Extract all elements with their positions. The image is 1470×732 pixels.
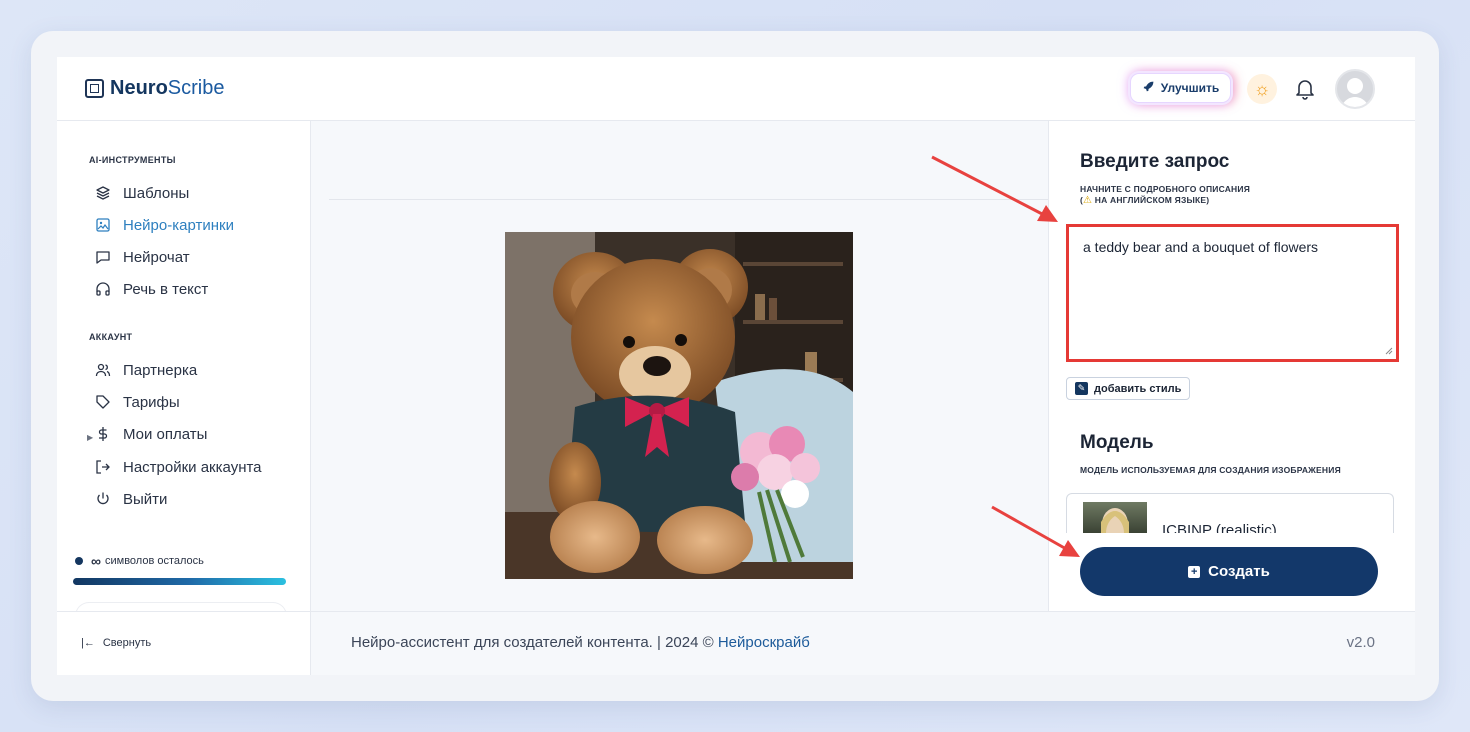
app-version: v2.0	[1346, 634, 1375, 651]
add-style-button[interactable]: ✎ добавить стиль	[1066, 377, 1191, 400]
model-thumbnail	[1083, 502, 1147, 533]
model-title: Модель	[1080, 432, 1154, 453]
footer-copyright: Нейро-ассистент для создателей контента.…	[351, 634, 810, 651]
logo[interactable]: NeuroScribe	[85, 77, 225, 100]
footer: Нейро-ассистент для создателей контента.…	[311, 611, 1415, 675]
top-header: NeuroScribe Улучшить ☼	[57, 57, 1415, 121]
prompt-title: Введите запрос	[1080, 151, 1230, 172]
model-hint: МОДЕЛЬ ИСПОЛЬЗУЕМАЯ ДЛЯ СОЗДАНИЯ ИЗОБРАЖ…	[1080, 465, 1341, 475]
sidebar-item-label: Партнерка	[123, 361, 198, 379]
upgrade-button[interactable]: Улучшить	[1130, 73, 1231, 103]
credits-symbol: ∞	[91, 553, 101, 569]
footer-link[interactable]: Нейроскрайб	[718, 634, 810, 651]
main-content	[311, 121, 1048, 611]
model-select[interactable]: ICBINP (realistic)	[1066, 493, 1394, 533]
sidebar-item-label: Нейрочат	[123, 248, 190, 266]
sidebar-item-label: Шаблоны	[123, 184, 190, 202]
headphones-icon	[96, 282, 110, 296]
prompt-hint-line1: НАЧНИТЕ С ПОДРОБНОГО ОПИСАНИЯ	[1080, 184, 1250, 194]
sidebar-item-account-settings[interactable]: Настройки аккаунта	[95, 455, 262, 479]
prompt-hint: НАЧНИТЕ С ПОДРОБНОГО ОПИСАНИЯ (⚠ НА АНГЛ…	[1080, 184, 1250, 206]
footer-text: Нейро-ассистент для создателей контента.…	[351, 634, 718, 651]
sidebar: AI-ИНСТРУМЕНТЫ Шаблоны Нейро-картинки Не…	[57, 121, 311, 675]
collapse-arrow-icon: |←	[81, 637, 95, 649]
sidebar-item-label: Речь в текст	[123, 280, 209, 298]
pencil-icon: ✎	[1075, 382, 1088, 395]
section-title-account: АККАУНТ	[89, 332, 133, 342]
section-title-tools: AI-ИНСТРУМЕНТЫ	[89, 155, 176, 165]
users-icon	[95, 363, 111, 377]
sidebar-item-tariffs[interactable]: Тарифы	[95, 390, 180, 414]
create-button[interactable]: + Создать	[1080, 547, 1378, 596]
create-label: Создать	[1208, 563, 1270, 580]
chat-icon	[96, 251, 110, 264]
app-window: NeuroScribe Улучшить ☼ AI-ИНСТРУМЕНТЫ Ша…	[57, 57, 1415, 675]
resize-handle-icon[interactable]	[1385, 347, 1393, 355]
bell-icon[interactable]	[1293, 76, 1317, 102]
sidebar-item-speech-to-text[interactable]: Речь в текст	[95, 277, 208, 301]
sidebar-item-label: Тарифы	[123, 393, 180, 411]
sidebar-item-label: Нейро-картинки	[123, 216, 234, 234]
upgrade-label: Улучшить	[1160, 81, 1220, 95]
caret-right-icon[interactable]: ▶	[87, 433, 93, 442]
sidebar-item-neuro-images[interactable]: Нейро-картинки	[95, 213, 234, 237]
power-icon	[97, 492, 109, 505]
collapse-label: Свернуть	[102, 637, 152, 649]
prompt-panel: Введите запрос НАЧНИТЕ С ПОДРОБНОГО ОПИС…	[1048, 121, 1415, 611]
sidebar-item-label: Настройки аккаунта	[123, 458, 262, 476]
logo-icon	[85, 79, 104, 98]
sidebar-item-label: Выйти	[123, 490, 168, 508]
sidebar-item-payments[interactable]: Мои оплаты	[95, 422, 207, 446]
credits-progress-bar	[73, 578, 286, 585]
content-divider	[329, 199, 1048, 200]
logo-bold: Neuro	[110, 77, 168, 99]
sidebar-item-templates[interactable]: Шаблоны	[95, 181, 189, 205]
logo-rest: Scribe	[167, 77, 225, 99]
avatar[interactable]	[1335, 69, 1375, 109]
collapse-button[interactable]: |← Свернуть	[81, 637, 151, 649]
plus-icon: +	[1188, 565, 1201, 578]
layers-icon	[96, 186, 110, 200]
sidebar-item-partners[interactable]: Партнерка	[95, 358, 197, 382]
prompt-hint-line2: НА АНГЛИЙСКОМ ЯЗЫКЕ)	[1094, 195, 1210, 205]
image-icon	[96, 218, 110, 232]
prompt-textarea[interactable]	[1066, 224, 1399, 362]
model-name: ICBINP (realistic)	[1162, 522, 1277, 533]
sidebar-item-neurochat[interactable]: Нейрочат	[95, 245, 190, 269]
sidebar-item-label: Мои оплаты	[123, 425, 208, 443]
credits-text: символов осталось	[104, 555, 204, 567]
dollar-icon	[98, 427, 108, 441]
rocket-icon	[1142, 80, 1155, 96]
warning-icon: ⚠	[1083, 195, 1093, 206]
add-style-label: добавить стиль	[1094, 382, 1182, 395]
status-dot-icon	[75, 557, 83, 565]
credits-remaining: ∞ символов осталось	[75, 553, 204, 569]
tag-icon	[96, 395, 110, 409]
logout-arrow-icon	[96, 460, 110, 474]
generated-image[interactable]	[505, 232, 853, 579]
sidebar-item-logout[interactable]: Выйти	[95, 487, 167, 511]
theme-toggle-sun-icon[interactable]: ☼	[1247, 74, 1277, 104]
